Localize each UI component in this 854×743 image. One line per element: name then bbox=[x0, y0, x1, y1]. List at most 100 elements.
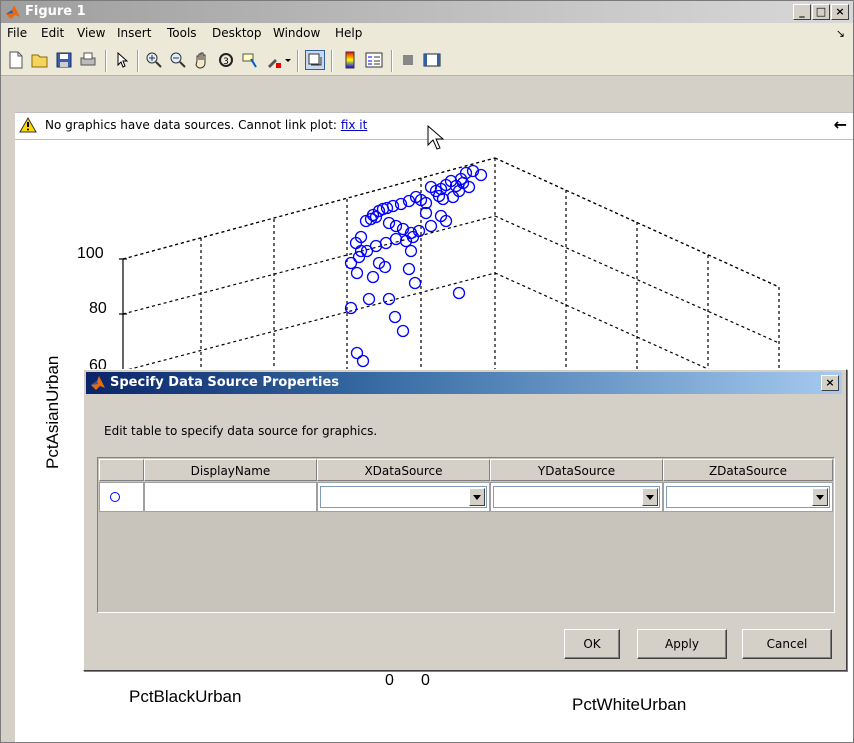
cancel-button[interactable]: Cancel bbox=[742, 629, 832, 659]
scatter-point bbox=[396, 324, 410, 338]
ok-button[interactable]: OK bbox=[564, 629, 620, 659]
menu-insert[interactable]: Insert bbox=[117, 26, 151, 40]
figure-window: Figure 1 _ □ × File Edit View Insert Too… bbox=[0, 0, 854, 743]
zoom-in-icon[interactable] bbox=[145, 51, 163, 69]
link-plot-icon[interactable] bbox=[305, 50, 325, 70]
scatter-point bbox=[446, 190, 460, 204]
pointer-icon[interactable] bbox=[113, 51, 131, 69]
close-button[interactable]: × bbox=[831, 4, 849, 20]
pan-icon[interactable] bbox=[193, 51, 211, 69]
scatter-point bbox=[388, 310, 402, 324]
displayname-cell[interactable] bbox=[144, 482, 317, 512]
circle-marker-icon bbox=[110, 492, 120, 502]
row-marker-cell bbox=[99, 482, 144, 512]
back-arrow-icon[interactable]: ← bbox=[834, 115, 847, 134]
matlab-logo-icon bbox=[91, 376, 105, 390]
rotate-3d-icon[interactable]: 3 bbox=[217, 51, 235, 69]
zoom-out-icon[interactable] bbox=[169, 51, 187, 69]
minimize-button[interactable]: _ bbox=[793, 4, 811, 20]
brush-dropdown-icon[interactable] bbox=[283, 51, 293, 69]
colorbar-icon[interactable] bbox=[341, 51, 359, 69]
matlab-logo-icon bbox=[6, 5, 20, 19]
x-axis-label: PctBlackUrban bbox=[129, 687, 242, 706]
scatter-point bbox=[350, 346, 364, 360]
scatter-point bbox=[382, 216, 396, 230]
open-file-icon[interactable] bbox=[31, 51, 49, 69]
mouse-cursor-icon bbox=[427, 125, 445, 150]
z-gridline bbox=[122, 157, 496, 260]
scatter-point bbox=[386, 199, 400, 213]
menu-desktop[interactable]: Desktop bbox=[212, 26, 262, 40]
dropdown-arrow-icon[interactable] bbox=[469, 488, 485, 506]
data-cursor-icon[interactable] bbox=[241, 51, 259, 69]
toolbar-separator bbox=[331, 50, 333, 72]
hide-plot-tools-icon[interactable] bbox=[399, 51, 417, 69]
scatter-point bbox=[408, 276, 422, 290]
y-axis-label: PctWhiteUrban bbox=[572, 695, 687, 714]
legend-icon[interactable] bbox=[365, 51, 383, 69]
title-bar[interactable]: Figure 1 _ □ × bbox=[1, 1, 853, 23]
scatter-point bbox=[362, 292, 376, 306]
dialog-title: Specify Data Source Properties bbox=[110, 375, 340, 390]
maximize-button[interactable]: □ bbox=[812, 4, 830, 20]
column-header-zdatasource[interactable]: ZDataSource bbox=[663, 459, 833, 481]
ydatasource-cell[interactable] bbox=[490, 482, 663, 512]
menu-tools[interactable]: Tools bbox=[167, 26, 197, 40]
infobar-message: No graphics have data sources. Cannot li… bbox=[45, 118, 337, 132]
z-gridline bbox=[122, 215, 496, 315]
toolbar-separator bbox=[137, 50, 139, 72]
brush-icon[interactable] bbox=[265, 51, 283, 69]
scatter-point bbox=[452, 286, 466, 300]
scatter-point bbox=[389, 219, 403, 233]
menu-bar: File Edit View Insert Tools Desktop Wind… bbox=[1, 23, 853, 43]
scatter-point bbox=[424, 219, 438, 233]
column-header-ydatasource[interactable]: YDataSource bbox=[490, 459, 663, 481]
zdatasource-combo[interactable] bbox=[666, 486, 830, 508]
dock-icon[interactable]: ↘ bbox=[836, 27, 845, 40]
save-icon[interactable] bbox=[55, 51, 73, 69]
apply-button[interactable]: Apply bbox=[637, 629, 727, 659]
menu-file[interactable]: File bbox=[7, 26, 27, 40]
print-icon[interactable] bbox=[79, 51, 97, 69]
scatter-point bbox=[389, 232, 403, 246]
z-tick-80: 80 bbox=[89, 300, 107, 317]
dialog-description: Edit table to specify data source for gr… bbox=[104, 424, 378, 438]
zdatasource-cell[interactable] bbox=[663, 482, 833, 512]
scatter-point bbox=[344, 256, 358, 270]
menu-window[interactable]: Window bbox=[273, 26, 320, 40]
menu-view[interactable]: View bbox=[77, 26, 105, 40]
dropdown-arrow-icon[interactable] bbox=[642, 488, 658, 506]
scatter-point bbox=[352, 250, 366, 264]
new-figure-icon[interactable] bbox=[7, 51, 25, 69]
scatter-point bbox=[366, 270, 380, 284]
x-tick-0: 0 bbox=[385, 672, 394, 689]
window-title: Figure 1 bbox=[25, 4, 86, 19]
xdatasource-combo[interactable] bbox=[320, 486, 487, 508]
show-plot-tools-icon[interactable] bbox=[423, 51, 441, 69]
z-axis-label: PctAsianUrban bbox=[43, 355, 62, 469]
toolbar-separator bbox=[297, 50, 299, 72]
data-source-table: DisplayName XDataSource YDataSource ZDat… bbox=[97, 457, 835, 613]
ydatasource-combo[interactable] bbox=[493, 486, 660, 508]
scatter-point bbox=[412, 224, 426, 238]
menu-edit[interactable]: Edit bbox=[41, 26, 64, 40]
svg-text:3: 3 bbox=[223, 57, 229, 67]
scatter-point bbox=[404, 244, 418, 258]
scatter-point bbox=[402, 262, 416, 276]
fix-it-link[interactable]: fix it bbox=[341, 118, 368, 132]
xdatasource-cell[interactable] bbox=[317, 482, 490, 512]
scatter-point bbox=[379, 236, 393, 250]
z-tick-100: 100 bbox=[77, 245, 104, 262]
column-header-xdatasource[interactable]: XDataSource bbox=[317, 459, 490, 481]
scatter-point bbox=[382, 292, 396, 306]
dropdown-arrow-icon[interactable] bbox=[812, 488, 828, 506]
menu-help[interactable]: Help bbox=[335, 26, 362, 40]
dialog-title-bar[interactable]: Specify Data Source Properties × bbox=[86, 372, 842, 394]
dialog-close-button[interactable]: × bbox=[821, 375, 839, 391]
toolbar: 3 bbox=[1, 43, 853, 76]
scatter-point bbox=[350, 266, 364, 280]
link-plot-infobar: No graphics have data sources. Cannot li… bbox=[15, 112, 853, 150]
y-tick-0: 0 bbox=[421, 672, 430, 689]
column-header-displayname[interactable]: DisplayName bbox=[144, 459, 317, 481]
warning-icon bbox=[19, 117, 37, 133]
